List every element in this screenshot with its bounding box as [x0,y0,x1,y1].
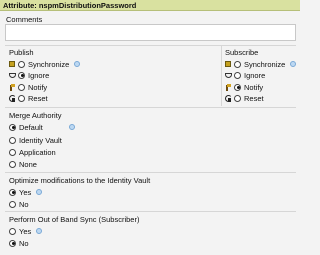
radio-button[interactable] [9,160,16,168]
attribute-header: Attribute: nspmDistributionPassword [0,0,300,11]
option-label: No [19,199,29,209]
subscribe-option-synchronize[interactable]: Synchronize [225,59,297,69]
radio-button[interactable] [18,83,25,91]
publish-option-ignore[interactable]: Ignore [9,70,49,80]
option-label: Reset [244,93,264,103]
attribute-label: Attribute: [3,1,37,10]
publish-option-synchronize[interactable]: Synchronize [9,59,81,69]
comments-field[interactable] [5,24,296,41]
radio-button[interactable] [234,94,241,102]
notify-status-icon [9,83,15,91]
merge-option-default[interactable]: Default [9,122,75,132]
radio-button[interactable] [9,239,16,247]
sync-status-icon [9,61,15,67]
radio-button[interactable] [18,71,25,79]
subscribe-option-ignore[interactable]: Ignore [225,70,265,80]
out-of-band-title: Perform Out of Band Sync (Subscriber) [9,215,140,224]
radio-button[interactable] [9,227,16,235]
attribute-value: nspmDistributionPassword [38,1,137,10]
info-icon[interactable] [68,124,75,130]
option-label: Identity Vault [19,135,62,145]
merge-authority-title: Merge Authority [9,111,62,120]
radio-button[interactable] [234,60,241,68]
radio-button[interactable] [9,200,16,208]
subscribe-option-reset[interactable]: Reset [225,93,264,103]
radio-button[interactable] [9,188,16,196]
info-icon[interactable] [290,61,297,67]
divider [5,172,296,173]
option-label: Application [19,147,56,157]
out-of-band-option-no[interactable]: No [9,238,29,248]
option-label: Yes [19,187,32,197]
optimize-title: Optimize modifications to the Identity V… [9,176,151,185]
optimize-option-yes[interactable]: Yes [9,187,43,197]
option-label: None [19,159,37,169]
info-icon[interactable] [74,61,81,67]
radio-button[interactable] [18,60,25,68]
subscribe-title: Subscribe [225,48,259,57]
subscribe-option-notify[interactable]: Notify [225,82,263,92]
option-label: Ignore [28,70,50,80]
info-icon[interactable] [36,189,43,195]
radio-button[interactable] [9,148,16,156]
option-label: Yes [19,226,32,236]
reset-status-icon [9,94,16,102]
radio-button[interactable] [234,83,241,91]
info-icon[interactable] [36,228,43,234]
reset-status-icon [225,94,232,102]
divider [5,45,296,46]
ignore-status-icon [9,72,16,78]
out-of-band-option-yes[interactable]: Yes [9,226,43,236]
radio-button[interactable] [18,94,25,102]
sync-status-icon [225,61,231,67]
merge-option-application[interactable]: Application [9,147,56,157]
option-label: Reset [28,93,48,103]
option-label: No [19,238,29,248]
radio-button[interactable] [9,123,16,131]
option-label: Ignore [244,70,266,80]
radio-button[interactable] [9,136,16,144]
option-label: Default [19,122,43,132]
option-label: Synchronize [244,59,286,69]
option-label: Notify [244,82,264,92]
column-divider [221,46,222,106]
notify-status-icon [225,83,231,91]
divider [5,211,296,212]
option-label: Synchronize [28,59,70,69]
merge-option-identity-vault[interactable]: Identity Vault [9,135,62,145]
option-label: Notify [28,82,48,92]
ignore-status-icon [225,72,232,78]
merge-option-none[interactable]: None [9,159,37,169]
publish-title: Publish [9,48,34,57]
radio-button[interactable] [234,71,241,79]
publish-option-notify[interactable]: Notify [9,82,47,92]
publish-option-reset[interactable]: Reset [9,93,48,103]
comments-label: Comments [6,15,43,24]
optimize-option-no[interactable]: No [9,199,29,209]
divider [5,107,296,108]
